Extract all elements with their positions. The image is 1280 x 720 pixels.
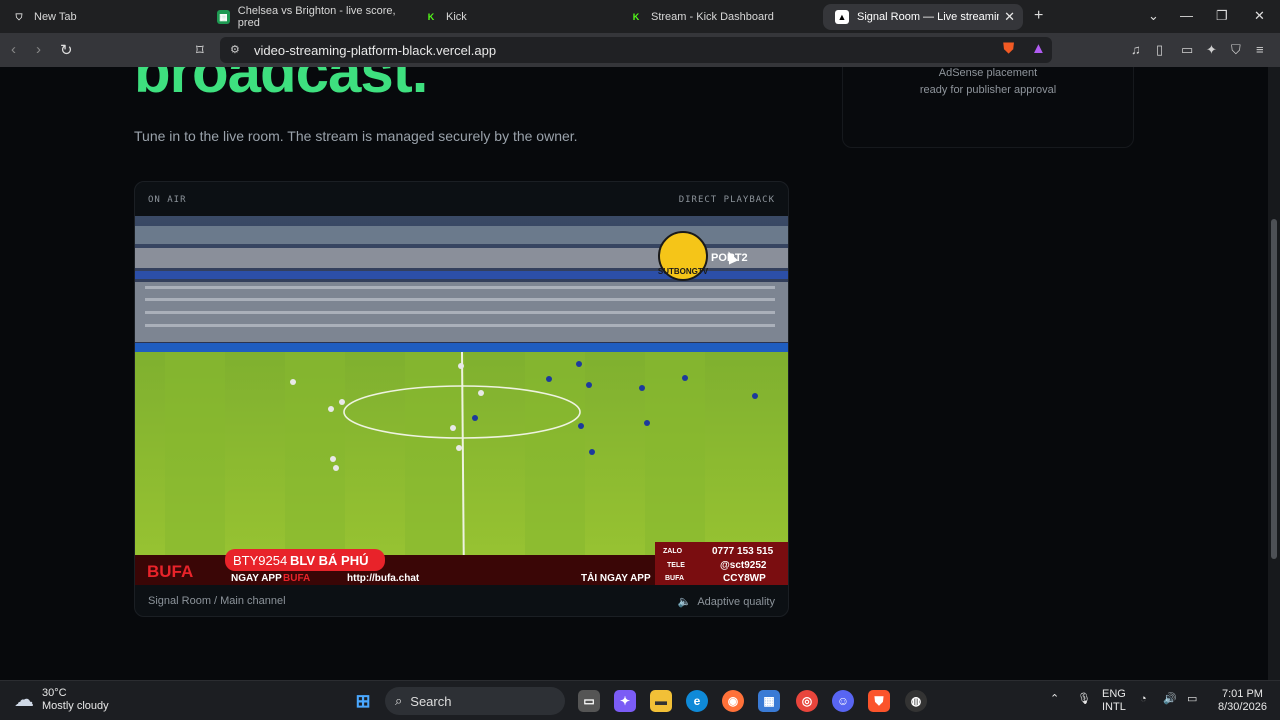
reload-icon[interactable]: ↻ [60, 41, 73, 59]
playback-mode-label: DIRECT PLAYBACK [678, 195, 775, 205]
close-window-button[interactable]: ✕ [1254, 8, 1265, 24]
menu-icon[interactable]: ≡ [1256, 42, 1264, 57]
sidebar-icon[interactable]: ▯ [1156, 42, 1163, 58]
hero-heading: broadcast. [134, 67, 428, 105]
bookmark-icon[interactable]: ⌑ [196, 41, 204, 59]
site-settings-icon[interactable]: ⚙ [230, 43, 240, 56]
ad-approval-label: ready for publisher approval [919, 84, 1057, 96]
clock-time: 7:01 PM [1221, 688, 1263, 700]
weather-desc: Mostly cloudy [42, 700, 109, 712]
tele-label: TELE [667, 562, 685, 569]
promo-code: CCY8WP [723, 573, 766, 584]
app-right-text: TẢI NGAY APP [581, 571, 651, 584]
volume-icon[interactable]: 🔊 [1163, 693, 1177, 706]
battery-icon[interactable]: ▭ [1187, 693, 1197, 706]
on-air-label: ON AIR [148, 195, 187, 205]
search-icon: ⌕ [395, 693, 403, 708]
chrome-icon[interactable]: ◎ [796, 690, 818, 712]
lead-text: Tune in to the live room. The stream is … [134, 128, 578, 144]
search-label: Search [410, 693, 452, 709]
back-icon[interactable]: ‹ [11, 41, 16, 58]
brand-small-text: BUFA [283, 573, 310, 584]
cloudy-icon: ☁ [14, 689, 34, 711]
kick-icon: K [427, 12, 435, 22]
player-header: ON AIR DIRECT PLAYBACK [135, 182, 788, 216]
lang-secondary: INTL [1102, 701, 1126, 713]
media-icon[interactable]: ♫ [1131, 42, 1141, 57]
language-indicator[interactable]: ENG INTL [1102, 688, 1126, 714]
brave-shields-icon[interactable]: ⛊ [1003, 40, 1014, 57]
speaker-icon: 🔈 [677, 596, 692, 608]
page-scrollbar[interactable] [1268, 67, 1280, 680]
taskbar: ☁ 30°C Mostly cloudy ⊞ ⌕ Search ▭ ✦ ▬ e … [0, 680, 1280, 720]
brave-rewards-icon[interactable]: ▲ [1031, 40, 1046, 57]
kick-icon: K [632, 12, 640, 22]
tab-title: Signal Room — Live streaming, s [857, 11, 999, 23]
clock-date: 8/30/2026 [1218, 701, 1267, 713]
new-tab-button[interactable]: + [1034, 7, 1043, 25]
edge-icon[interactable]: e [686, 690, 708, 712]
video-frame[interactable]: SUTBONGTV PORT2 BTY9254 BLV BÁ PHÚ BUFA … [135, 216, 788, 585]
tab-chelsea-brighton[interactable]: ▦ Chelsea vs Brighton - live score, pred [205, 4, 405, 30]
weather-widget[interactable]: ☁ 30°C Mostly cloudy [14, 687, 109, 713]
file-explorer-icon[interactable]: ▬ [650, 690, 672, 712]
page-content: broadcast. Tune in to the live room. The… [0, 67, 1268, 680]
tab-new-tab[interactable]: ⛉ New Tab [0, 4, 200, 30]
tray-chevron-icon[interactable]: ⌃ [1050, 693, 1059, 706]
tab-search-icon[interactable]: ⌄ [1148, 8, 1159, 24]
taskbar-search[interactable]: ⌕ Search [385, 687, 565, 715]
vercel-icon: ▲ [835, 10, 849, 24]
tab-title: New Tab [34, 11, 77, 23]
restore-button[interactable]: ❐ [1216, 8, 1228, 24]
wallet-icon[interactable]: ▭ [1181, 42, 1193, 58]
zalo-number: 0777 153 515 [712, 546, 774, 557]
sheet-icon: ▦ [217, 10, 230, 24]
ticker-name: BLV BÁ PHÚ [290, 553, 368, 568]
scrollbar-thumb[interactable] [1271, 219, 1277, 559]
quality-indicator[interactable]: 🔈 Adaptive quality [677, 595, 775, 609]
close-icon[interactable]: ✕ [1004, 9, 1015, 25]
clock[interactable]: 7:01 PM 8/30/2026 [1218, 688, 1267, 714]
tab-kick[interactable]: K Kick [412, 4, 612, 30]
microphone-icon[interactable]: 🎙 [1077, 693, 1091, 706]
vpn-icon[interactable]: ⛉ [1231, 42, 1241, 58]
ticker-code: BTY9254 [233, 553, 287, 568]
channel-label: Signal Room / Main channel [148, 595, 286, 607]
wifi-icon[interactable]: ◔ [1140, 693, 1147, 706]
lang-primary: ENG [1102, 688, 1126, 700]
tab-title: Stream - Kick Dashboard [651, 11, 774, 23]
minimize-button[interactable]: — [1180, 8, 1193, 23]
firefox-icon[interactable]: ◉ [722, 690, 744, 712]
browser-toolbar: ‹ › ↻ ⌑ ⚙ video-streaming-platform-black… [0, 33, 1280, 67]
brave-icon[interactable]: ⛊ [868, 690, 890, 712]
tab-strip: ⛉ New Tab ▦ Chelsea vs Brighton - live s… [0, 0, 1280, 33]
overlay-logo-text: SUTBONGTV [658, 267, 709, 276]
start-icon[interactable]: ⊞ [352, 690, 374, 712]
weather-temp: 30°C [42, 687, 67, 699]
stream-player: ON AIR DIRECT PLAYBACK SUTBONGTV PORT2 B… [134, 181, 789, 617]
tab-kick-dashboard[interactable]: K Stream - Kick Dashboard [617, 4, 817, 30]
tab-signal-room[interactable]: ▲ Signal Room — Live streaming, s ✕ [823, 4, 1023, 30]
brave-shield-icon: ⛉ [15, 11, 23, 22]
leo-ai-icon[interactable]: ✦ [1206, 42, 1217, 58]
zalo-label: ZALO [663, 548, 683, 555]
task-view-icon[interactable]: ▭ [578, 690, 600, 712]
video-frame-image: SUTBONGTV PORT2 BTY9254 BLV BÁ PHÚ BUFA … [135, 216, 788, 585]
tab-title: Kick [446, 11, 467, 23]
app-left-text: NGAY APP [231, 573, 282, 584]
quality-label: Adaptive quality [697, 595, 775, 608]
store-icon[interactable]: ▦ [758, 690, 780, 712]
forward-icon[interactable]: › [36, 41, 41, 58]
tab-title: Chelsea vs Brighton - live score, pred [237, 5, 396, 29]
copilot-icon[interactable]: ✦ [614, 690, 636, 712]
ad-placeholder-card [842, 67, 1134, 148]
overlay-url-text: http://bufa.chat [347, 573, 420, 584]
tele-handle: @sct9252 [720, 560, 767, 571]
url-text[interactable]: video-streaming-platform-black.vercel.ap… [254, 43, 496, 58]
obs-icon[interactable]: ◍ [905, 690, 927, 712]
bufa-label: BUFA [665, 575, 684, 582]
ad-placement-label: AdSense placement [938, 67, 1038, 79]
brand-text: BUFA [147, 562, 193, 581]
discord-icon[interactable]: ☺ [832, 690, 854, 712]
